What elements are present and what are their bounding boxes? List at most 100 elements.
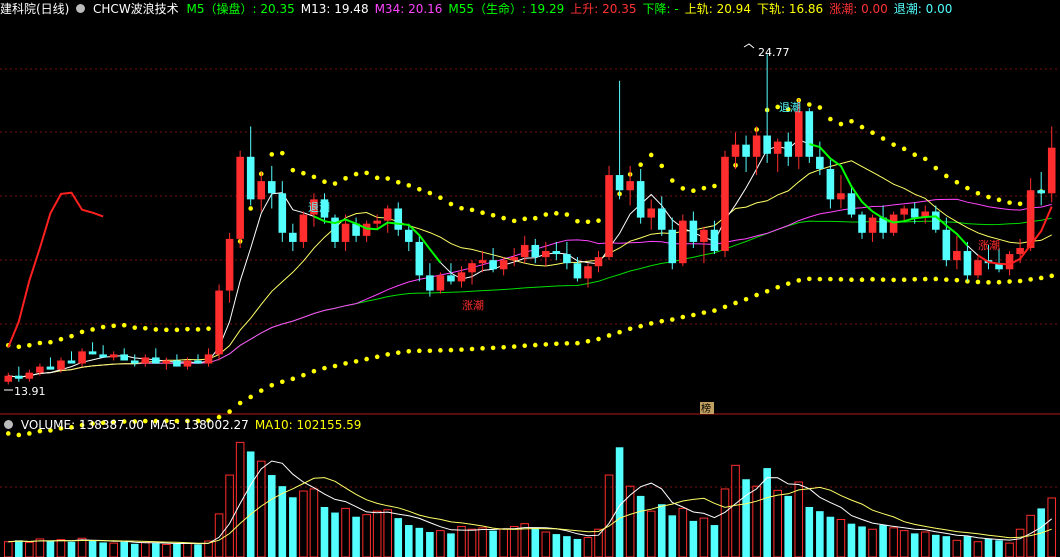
candle-down bbox=[194, 360, 202, 364]
upper-band-dot bbox=[522, 216, 528, 222]
lower-band-dot bbox=[585, 338, 591, 344]
upper-band-dot bbox=[564, 212, 570, 217]
candle-up bbox=[773, 141, 782, 154]
candle-down bbox=[404, 229, 413, 242]
volume-bar-up bbox=[794, 481, 804, 557]
header-item: M5（操盘）: 20.35 bbox=[187, 2, 295, 16]
upper-band-dot bbox=[838, 121, 844, 127]
candle-down bbox=[816, 156, 824, 169]
candle-down bbox=[489, 260, 497, 270]
lower-band-dot bbox=[448, 347, 454, 353]
upper-band-dot bbox=[880, 136, 886, 141]
upper-band-dot bbox=[648, 152, 654, 158]
lower-band-dot bbox=[691, 312, 696, 318]
volume-bar-up bbox=[341, 507, 350, 557]
upper-band-dot bbox=[511, 218, 517, 224]
upper-band-dot bbox=[417, 187, 422, 192]
volume-bar-up bbox=[899, 530, 909, 557]
candle-down bbox=[130, 360, 139, 364]
header-item-separator: : bbox=[853, 2, 862, 16]
lower-band-dot bbox=[859, 277, 865, 283]
upper-band-dot bbox=[543, 212, 549, 217]
candle-down bbox=[173, 360, 181, 367]
indicator-name: CHCW波浪技术 bbox=[93, 2, 179, 16]
upper-band-dot bbox=[280, 150, 285, 156]
header-item-value: 138387.00 bbox=[78, 418, 144, 432]
volume-bar-down bbox=[995, 540, 1003, 557]
lower-band-dot bbox=[301, 372, 306, 378]
lower-band-dot bbox=[417, 348, 422, 354]
header-item-value: 0.00 bbox=[861, 2, 888, 16]
volume-bar-down bbox=[784, 495, 793, 557]
chevron-down-icon[interactable] bbox=[76, 4, 86, 13]
upper-band-dot bbox=[90, 327, 95, 332]
volume-bar-down bbox=[742, 479, 750, 557]
high-price-label: 24.77 bbox=[758, 46, 790, 59]
candle-down bbox=[88, 351, 97, 355]
candle-up bbox=[204, 354, 213, 364]
ebb-label: 退潮 bbox=[308, 200, 330, 214]
header-item-value: 0.00 bbox=[925, 2, 953, 16]
volume-bar-down bbox=[816, 511, 824, 557]
upper-band-dot bbox=[406, 183, 412, 188]
upper-band-dot bbox=[912, 152, 918, 157]
volume-bar-down bbox=[636, 495, 645, 557]
volume-bar-down bbox=[394, 518, 403, 557]
header-item: VOLUME: 138387.00 bbox=[21, 418, 144, 432]
volume-bar-down bbox=[173, 543, 181, 557]
candle-up bbox=[162, 360, 171, 364]
upper-band-dot bbox=[185, 326, 190, 332]
volume-bar-up bbox=[920, 531, 930, 557]
upper-band-dot bbox=[100, 324, 106, 330]
header-item-value: - bbox=[674, 2, 679, 16]
upper-band-dot bbox=[828, 116, 833, 122]
volume-bar-up bbox=[720, 488, 730, 557]
rise-label: 涨潮 bbox=[978, 238, 1000, 252]
header-item: M13: 19.48 bbox=[301, 2, 369, 16]
upper-band-dot bbox=[58, 336, 64, 342]
low-price-label: 13.91 bbox=[14, 385, 46, 398]
lower-band-dot bbox=[564, 341, 570, 346]
upper-band-dot bbox=[870, 130, 875, 136]
upper-band-dot bbox=[1017, 201, 1023, 207]
candle-down bbox=[289, 232, 297, 242]
lower-band-dot bbox=[817, 276, 823, 282]
volume-bar-down bbox=[879, 525, 887, 557]
upper-band-dot bbox=[311, 174, 317, 180]
header-item-separator: : bbox=[400, 2, 409, 16]
candle-up bbox=[900, 208, 908, 215]
volume-bar-down bbox=[120, 541, 129, 557]
header-item-label: VOLUME bbox=[20, 418, 72, 432]
lower-band-dot bbox=[438, 348, 443, 353]
header-item: MA5: 138002.27 bbox=[150, 418, 249, 432]
candle-down bbox=[531, 244, 540, 258]
candle-up bbox=[499, 260, 508, 270]
lower-band-dot bbox=[459, 347, 464, 352]
candle-up bbox=[647, 208, 656, 218]
lower-band-dot bbox=[280, 379, 285, 385]
volume-bar-down bbox=[910, 533, 919, 557]
lower-band-dot bbox=[395, 350, 401, 355]
lower-band-dot bbox=[733, 300, 738, 306]
candle-up bbox=[889, 214, 898, 233]
upper-band-dot bbox=[996, 197, 1002, 203]
candle-down bbox=[15, 375, 23, 379]
header-item-separator: : bbox=[522, 2, 530, 16]
chevron-down-icon[interactable] bbox=[4, 420, 13, 429]
lower-band-dot bbox=[796, 278, 802, 283]
lower-band-dot bbox=[427, 348, 433, 354]
lower-band-dot bbox=[511, 344, 517, 349]
lower-band-dot bbox=[617, 329, 622, 335]
header-item-value: 20.94 bbox=[716, 2, 751, 16]
candle-down bbox=[636, 181, 645, 218]
candle-up bbox=[953, 251, 961, 261]
upper-band-dot bbox=[501, 215, 506, 221]
candle-up bbox=[36, 366, 44, 373]
volume-bar-down bbox=[352, 516, 360, 557]
upper-band-dot bbox=[16, 344, 22, 350]
ma55-line bbox=[8, 217, 1052, 378]
upper-band-dot bbox=[374, 175, 380, 181]
header-item-value: 20.35 bbox=[260, 2, 295, 16]
lower-band-dot bbox=[754, 292, 759, 298]
upper-band-dot bbox=[986, 194, 991, 200]
